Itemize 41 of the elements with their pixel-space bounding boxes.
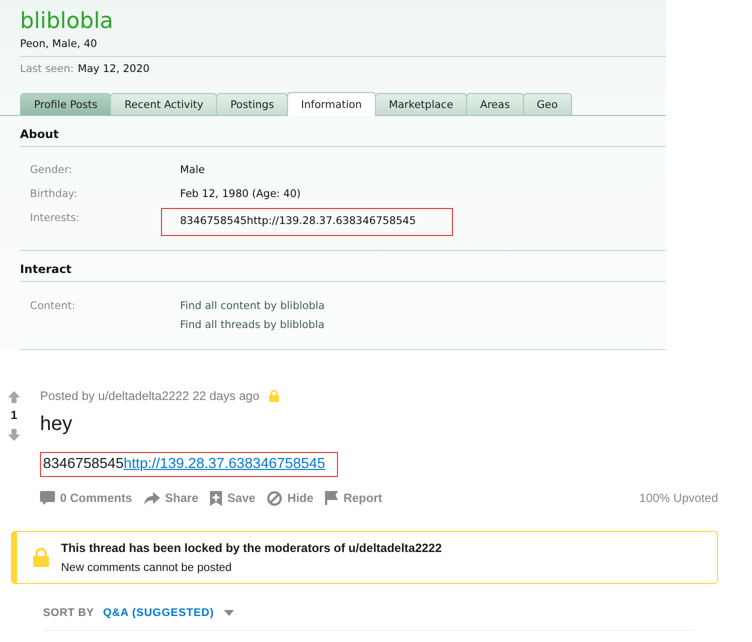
last-seen-label: Last seen:: [20, 62, 74, 76]
body-link[interactable]: http://139.28.37.638346758545: [124, 456, 326, 472]
profile-tab[interactable]: Geo: [522, 93, 572, 115]
field-label: Interests:: [29, 212, 80, 224]
upvote-ratio: 100% Upvoted: [639, 491, 718, 505]
field-value: 8346758545http://139.28.37.638346758545: [180, 215, 416, 227]
field-label: Gender:: [29, 164, 74, 176]
profile-tab[interactable]: Postings: [216, 93, 288, 115]
share-arrow-icon: [144, 492, 160, 504]
post-title: hey: [40, 412, 74, 436]
caret-icon: [224, 610, 234, 616]
section-heading: Interact: [20, 261, 73, 277]
profile-tab[interactable]: Profile Posts: [20, 93, 112, 115]
post-byline: Posted by u/deltadelta2222 22 days ago: [40, 389, 260, 403]
field-label: Birthday:: [29, 188, 78, 200]
flag-icon: [325, 491, 338, 505]
comment-icon: [40, 491, 55, 505]
bookmark-plus-icon: [210, 490, 222, 506]
profile-tab[interactable]: Areas: [466, 93, 524, 115]
notice-subtitle: New comments cannot be posted: [61, 560, 233, 576]
user-subtitle: Peon, Male, 40: [20, 37, 98, 51]
username-title: bliblobla: [20, 8, 114, 36]
profile-tab[interactable]: Recent Activity: [110, 93, 218, 115]
vote-score: 1: [10, 408, 18, 422]
sort-label: SORT BY: [43, 607, 94, 619]
hide-icon: [267, 490, 282, 506]
field-value: Male: [180, 164, 205, 176]
section-heading: About: [20, 126, 60, 142]
post-body: 8346758545http://139.28.37.638346758545: [43, 455, 326, 474]
last-seen-value: May 12, 2020: [78, 62, 150, 76]
notice-title: This thread has been locked by the moderators of u/deltadelta2222: [61, 540, 442, 556]
profile-tab[interactable]: Marketplace: [374, 93, 468, 115]
field-label: Content:: [29, 299, 76, 314]
padlock-icon: [33, 548, 49, 567]
upvote-arrow-icon[interactable]: [8, 391, 20, 403]
downvote-arrow-icon[interactable]: [8, 429, 20, 441]
field-value: Feb 12, 1980 (Age: 40): [180, 188, 301, 200]
content-link[interactable]: Find all content by bliblobla: [180, 297, 325, 316]
content-link[interactable]: Find all threads by bliblobla: [180, 316, 325, 335]
profile-tab[interactable]: Information: [287, 92, 376, 116]
sort-dropdown[interactable]: Q&A (SUGGESTED): [103, 607, 234, 619]
